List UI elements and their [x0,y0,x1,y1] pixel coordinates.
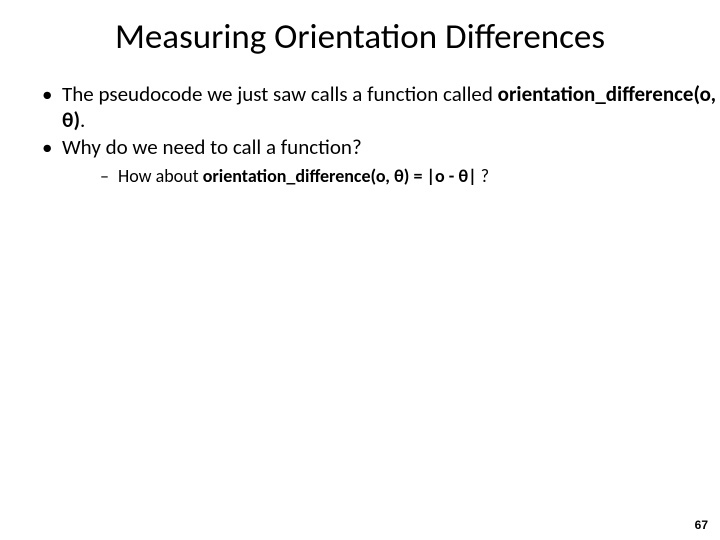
bullet-list: The pseudocode we just saw calls a funct… [0,82,720,187]
page-number: 67 [695,518,708,532]
slide-title: Measuring Orientation Differences [0,0,720,68]
bullet-2-text: Why do we need to call a function? [62,134,362,160]
slide-content: The pseudocode we just saw calls a funct… [0,68,720,187]
sub-bullet-1-bold: orientation_difference(o, θ) = |o - θ| [203,165,477,187]
bullet-item-1: The pseudocode we just saw calls a funct… [42,82,720,133]
sub-bullet-item-1: How about orientation_difference(o, θ) =… [100,165,720,188]
slide: Measuring Orientation Differences The ps… [0,0,720,540]
sub-bullet-1-pre: How about [118,165,203,187]
bullet-1-text-post: . [80,107,85,133]
sub-bullet-list: How about orientation_difference(o, θ) =… [62,165,720,188]
bullet-item-2: Why do we need to call a function? How a… [42,135,720,187]
bullet-1-text-pre: The pseudocode we just saw calls a funct… [62,81,498,107]
sub-bullet-1-post: ? [477,165,489,187]
